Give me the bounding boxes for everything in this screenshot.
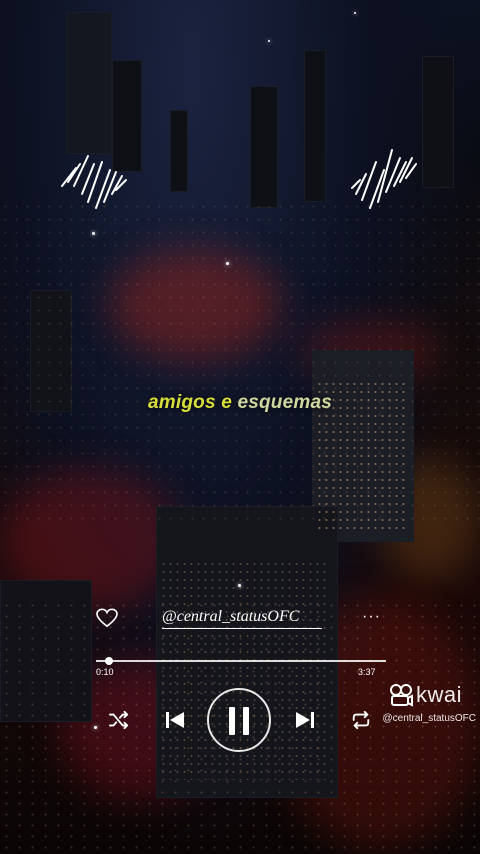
profile-handle-link[interactable]: @central_statusOFC (162, 608, 322, 629)
pause-button[interactable] (207, 688, 271, 752)
sparkle (268, 40, 270, 42)
kwai-logo: kwai (388, 680, 478, 710)
kwai-camera-icon (390, 684, 413, 707)
more-options-button[interactable]: ··· (362, 608, 381, 626)
building (170, 110, 188, 192)
pause-icon (229, 707, 235, 735)
lyric-text: amigos e esquemas (0, 392, 480, 414)
heart-outline-icon[interactable] (96, 608, 118, 628)
watermark-handle: @central_statusOFC (382, 713, 476, 724)
skip-next-icon[interactable] (294, 710, 316, 730)
pause-icon (243, 707, 249, 735)
sparkle (226, 262, 229, 265)
current-time: 0:10 (96, 667, 114, 677)
repeat-icon[interactable] (350, 710, 372, 730)
building (66, 12, 112, 154)
sparkle (94, 726, 97, 729)
building (422, 56, 454, 188)
skip-previous-icon[interactable] (164, 710, 186, 730)
building (250, 86, 278, 208)
building (304, 50, 326, 202)
city-lights (0, 200, 480, 520)
progress-track[interactable] (96, 660, 386, 662)
lyric-word: esquemas (237, 392, 332, 413)
kwai-wordmark: kwai (416, 682, 463, 707)
sparkle (238, 584, 241, 587)
shuffle-icon[interactable] (108, 710, 130, 730)
sparkle (92, 232, 95, 235)
sound-wave-icon (351, 149, 417, 209)
total-time: 3:37 (358, 667, 376, 677)
sound-wave-icon (61, 155, 127, 209)
lyric-word: amigos e (148, 392, 232, 413)
sparkle (354, 12, 356, 14)
